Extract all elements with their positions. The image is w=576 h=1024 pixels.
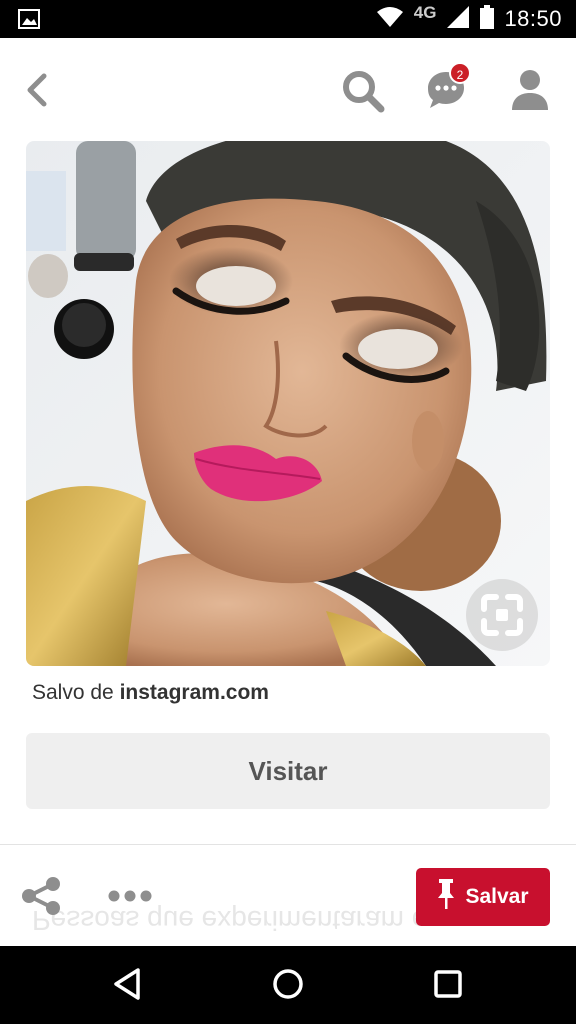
visit-button[interactable]: Visitar xyxy=(26,733,550,809)
save-button-label: Salvar xyxy=(465,885,529,908)
share-icon[interactable] xyxy=(20,876,64,916)
system-navigation-bar xyxy=(0,946,576,1024)
nav-home-icon[interactable] xyxy=(268,964,308,1004)
source-domain[interactable]: instagram.com xyxy=(120,681,269,704)
back-icon[interactable] xyxy=(22,72,52,108)
save-button[interactable]: Salvar xyxy=(416,868,550,926)
message-count-badge: 2 xyxy=(449,62,471,84)
battery-icon xyxy=(480,4,495,34)
pin-icon xyxy=(437,879,455,915)
image-notification-icon xyxy=(18,9,40,34)
search-icon[interactable] xyxy=(340,68,386,114)
pin-source: Salvo de instagram.com xyxy=(32,681,269,705)
divider xyxy=(0,844,576,845)
top-action-bar xyxy=(0,38,576,142)
more-icon[interactable] xyxy=(106,882,154,910)
nav-recent-apps-icon[interactable] xyxy=(428,964,468,1004)
network-type: 4G xyxy=(413,3,437,22)
profile-icon[interactable] xyxy=(510,68,550,114)
wifi-icon xyxy=(376,6,404,33)
signal-icon xyxy=(446,5,470,34)
nav-back-icon[interactable] xyxy=(108,964,148,1004)
source-prefix: Salvo de xyxy=(32,681,114,704)
clock: 18:50 xyxy=(504,6,562,31)
status-bar: 4G 18:50 xyxy=(0,0,576,38)
faded-caption-text: Pessoas que experimentaram e xyxy=(32,905,428,936)
visual-search-icon[interactable] xyxy=(466,579,538,651)
